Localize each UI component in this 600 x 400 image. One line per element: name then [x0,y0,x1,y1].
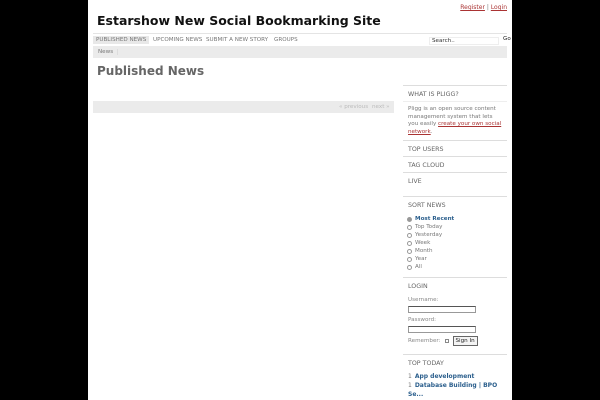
label: Yesterday [415,232,443,238]
sort-year[interactable]: Year [403,255,507,263]
remember-checkbox[interactable] [444,339,449,343]
sort-all[interactable]: All [403,263,507,271]
login-heading: LOGIN [403,277,507,293]
sort-week[interactable]: Week [403,239,507,247]
tag-cloud-heading[interactable]: TAG CLOUD [403,156,507,172]
nav-groups[interactable]: GROUPS [271,36,301,44]
nav-upcoming-news[interactable]: UPCOMING NEWS [150,36,205,44]
username-label: Username: [408,297,439,303]
top-users-heading[interactable]: TOP USERS [403,140,507,156]
sort-yesterday[interactable]: Yesterday [403,231,507,239]
what-is-pligg-text: Pligg is an open source content manageme… [403,101,507,140]
rank: 1 [408,373,412,380]
top-today-list: 1 App development 1 Database Building | BP… [403,372,507,399]
password-input[interactable] [408,326,476,333]
username-input[interactable] [408,306,476,313]
story-link[interactable]: App development [415,373,475,380]
label: Most Recent [415,216,455,222]
sort-most-recent[interactable]: Most Recent [403,215,507,223]
label: Year [415,256,427,262]
rank: 1 [408,382,412,389]
page-container: Register | Login Estarshow New Social Bo… [88,0,512,400]
label: Week [415,240,431,246]
sort-news-heading: SORT NEWS [403,196,507,212]
nav-published-news[interactable]: PUBLISHED NEWS [93,36,150,44]
label: Month [415,248,433,254]
login-link[interactable]: Login [491,4,507,11]
sort-top-today[interactable]: Top Today [403,223,507,231]
top-today-heading: TOP TODAY [403,354,507,370]
breadcrumb-news[interactable]: News [98,49,119,55]
story-link[interactable]: Database Building | BPO Se... [408,382,497,398]
remember-label: Remember: [408,338,441,344]
sign-in-button[interactable]: Sign In [452,336,478,346]
list-item[interactable]: 1 App development [408,372,507,381]
separator: | [486,4,489,11]
label: Top Today [415,224,443,230]
register-link[interactable]: Register [460,4,485,11]
radio-icon [407,264,412,270]
what-is-pligg-heading[interactable]: WHAT IS PLIGG? [403,85,507,101]
radio-icon [407,240,412,246]
previous-link[interactable]: « previous [339,104,368,110]
label: All [415,264,422,270]
radio-icon [407,256,412,262]
radio-icon [407,224,412,230]
list-item[interactable]: 1 Database Building | BPO Se... [408,381,507,399]
search-input[interactable] [429,37,499,45]
sort-options: Most Recent Top Today Yesterday Week Mon… [403,212,507,271]
password-label: Password: [408,317,437,323]
live-heading[interactable]: LIVE [403,172,507,188]
breadcrumb: News [93,46,507,58]
next-link[interactable]: next » [372,104,390,110]
radio-icon [407,232,412,238]
radio-icon [407,216,412,222]
sort-month[interactable]: Month [403,247,507,255]
sidebar: WHAT IS PLIGG? Pligg is an open source c… [403,85,507,399]
top-links: Register | Login [460,4,507,11]
site-title[interactable]: Estarshow New Social Bookmarking Site [97,13,381,28]
nav-submit-story[interactable]: SUBMIT A NEW STORY [203,36,271,44]
main-nav: PUBLISHED NEWS UPCOMING NEWS SUBMIT A NE… [93,33,511,46]
radio-icon [407,248,412,254]
period: . [430,128,433,135]
pagination: « previous next » [93,101,394,113]
search-go-button[interactable]: Go [503,36,511,42]
page-title: Published News [97,64,205,78]
